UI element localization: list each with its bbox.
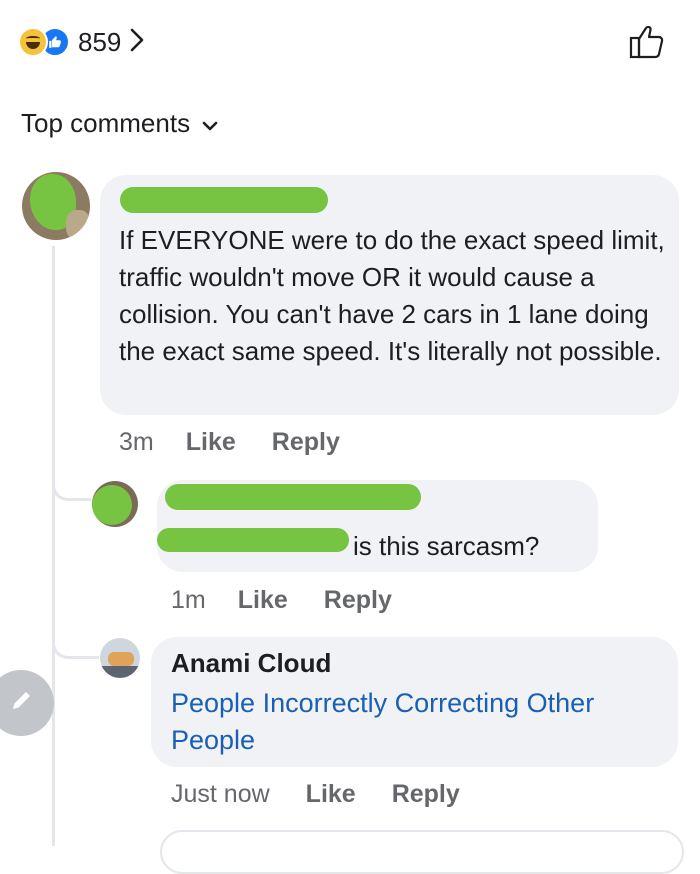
reply-button[interactable]: Reply	[392, 780, 460, 809]
comment-filter[interactable]: Top comments	[21, 108, 218, 139]
thread-branch	[52, 470, 91, 501]
comment-actions: Just now Like Reply	[171, 780, 460, 809]
haha-emoji-icon	[18, 27, 48, 57]
comment-text: If EVERYONE were to do the exact speed l…	[119, 225, 665, 366]
reply-button[interactable]: Reply	[272, 428, 340, 457]
chevron-down-icon	[202, 108, 218, 139]
reaction-count: 859	[78, 26, 122, 57]
avatar[interactable]	[22, 172, 90, 240]
comment-time[interactable]: 3m	[119, 428, 154, 457]
compose-button[interactable]	[0, 670, 54, 736]
like-button[interactable]: Like	[238, 586, 288, 615]
avatar[interactable]	[100, 638, 140, 678]
redacted-author-name	[120, 187, 328, 213]
thumbs-up-outline-icon[interactable]	[626, 22, 666, 62]
avatar[interactable]	[92, 481, 138, 527]
comment-filter-label: Top comments	[21, 108, 191, 138]
pencil-icon	[6, 686, 36, 721]
redacted-author-name	[165, 484, 421, 510]
reply-input[interactable]	[160, 830, 684, 874]
chevron-right-icon	[129, 27, 145, 58]
comment-text: is this sarcasm?	[353, 531, 540, 561]
like-button[interactable]: Like	[186, 428, 236, 457]
comment-time[interactable]: 1m	[171, 586, 206, 615]
reaction-summary[interactable]: 859	[18, 22, 145, 62]
comment-author[interactable]: Anami Cloud	[171, 648, 331, 679]
comment-actions: 1m Like Reply	[171, 586, 392, 615]
thread-line	[52, 246, 55, 846]
comment-time[interactable]: Just now	[171, 780, 270, 809]
reply-button[interactable]: Reply	[324, 586, 392, 615]
comment-link-text[interactable]: People Incorrectly Correcting Other Peop…	[171, 685, 671, 759]
redacted-mention	[157, 528, 349, 552]
thread-branch	[52, 628, 99, 659]
comment-actions: 3m Like Reply	[119, 428, 340, 457]
like-button[interactable]: Like	[306, 780, 356, 809]
